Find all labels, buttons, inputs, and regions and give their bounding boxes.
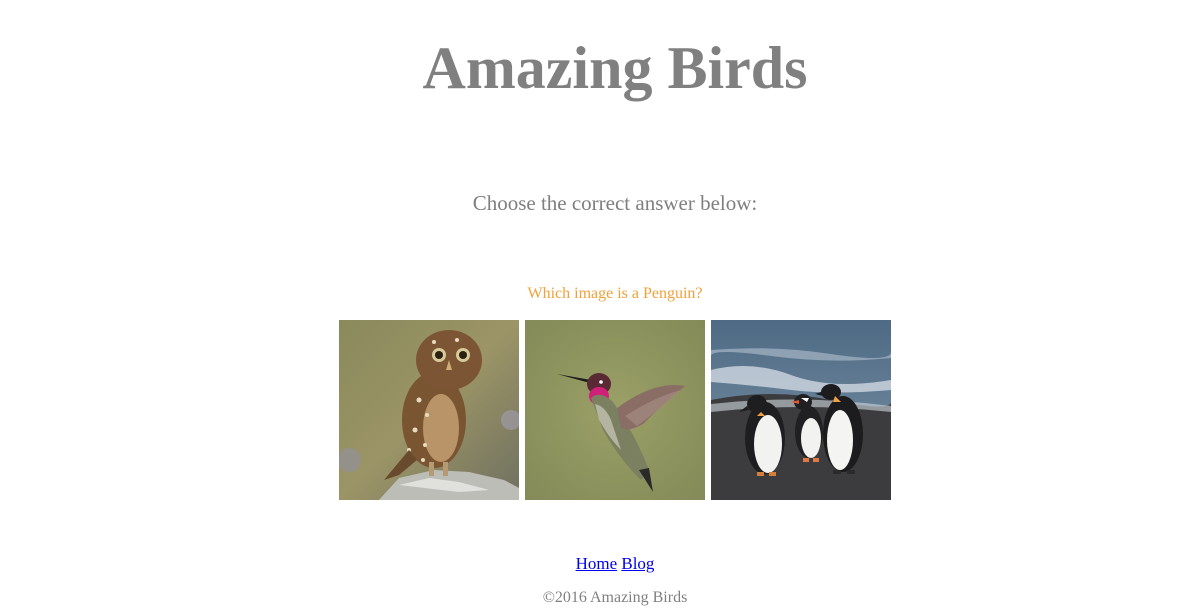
nav-blog-link[interactable]: Blog (621, 554, 654, 573)
quiz-instructions: Choose the correct answer below: (472, 191, 758, 215)
footer-nav: Home Blog (0, 554, 1182, 574)
quiz-question: Which image is a Penguin? (527, 285, 703, 302)
page-title: Amazing Birds (422, 35, 808, 101)
penguins-photo (711, 320, 891, 500)
answer-penguins-image[interactable] (711, 320, 891, 500)
hummingbird-photo (525, 320, 705, 500)
nav-home-link[interactable]: Home (576, 554, 618, 573)
page: Amazing Birds Choose the correct answer … (0, 0, 1182, 610)
copyright: ©2016 Amazing Birds (542, 589, 688, 606)
answer-hummingbird-image[interactable] (525, 320, 705, 500)
answer-owl-image[interactable] (339, 320, 519, 500)
answer-choices (339, 320, 891, 500)
owl-photo (339, 320, 519, 500)
